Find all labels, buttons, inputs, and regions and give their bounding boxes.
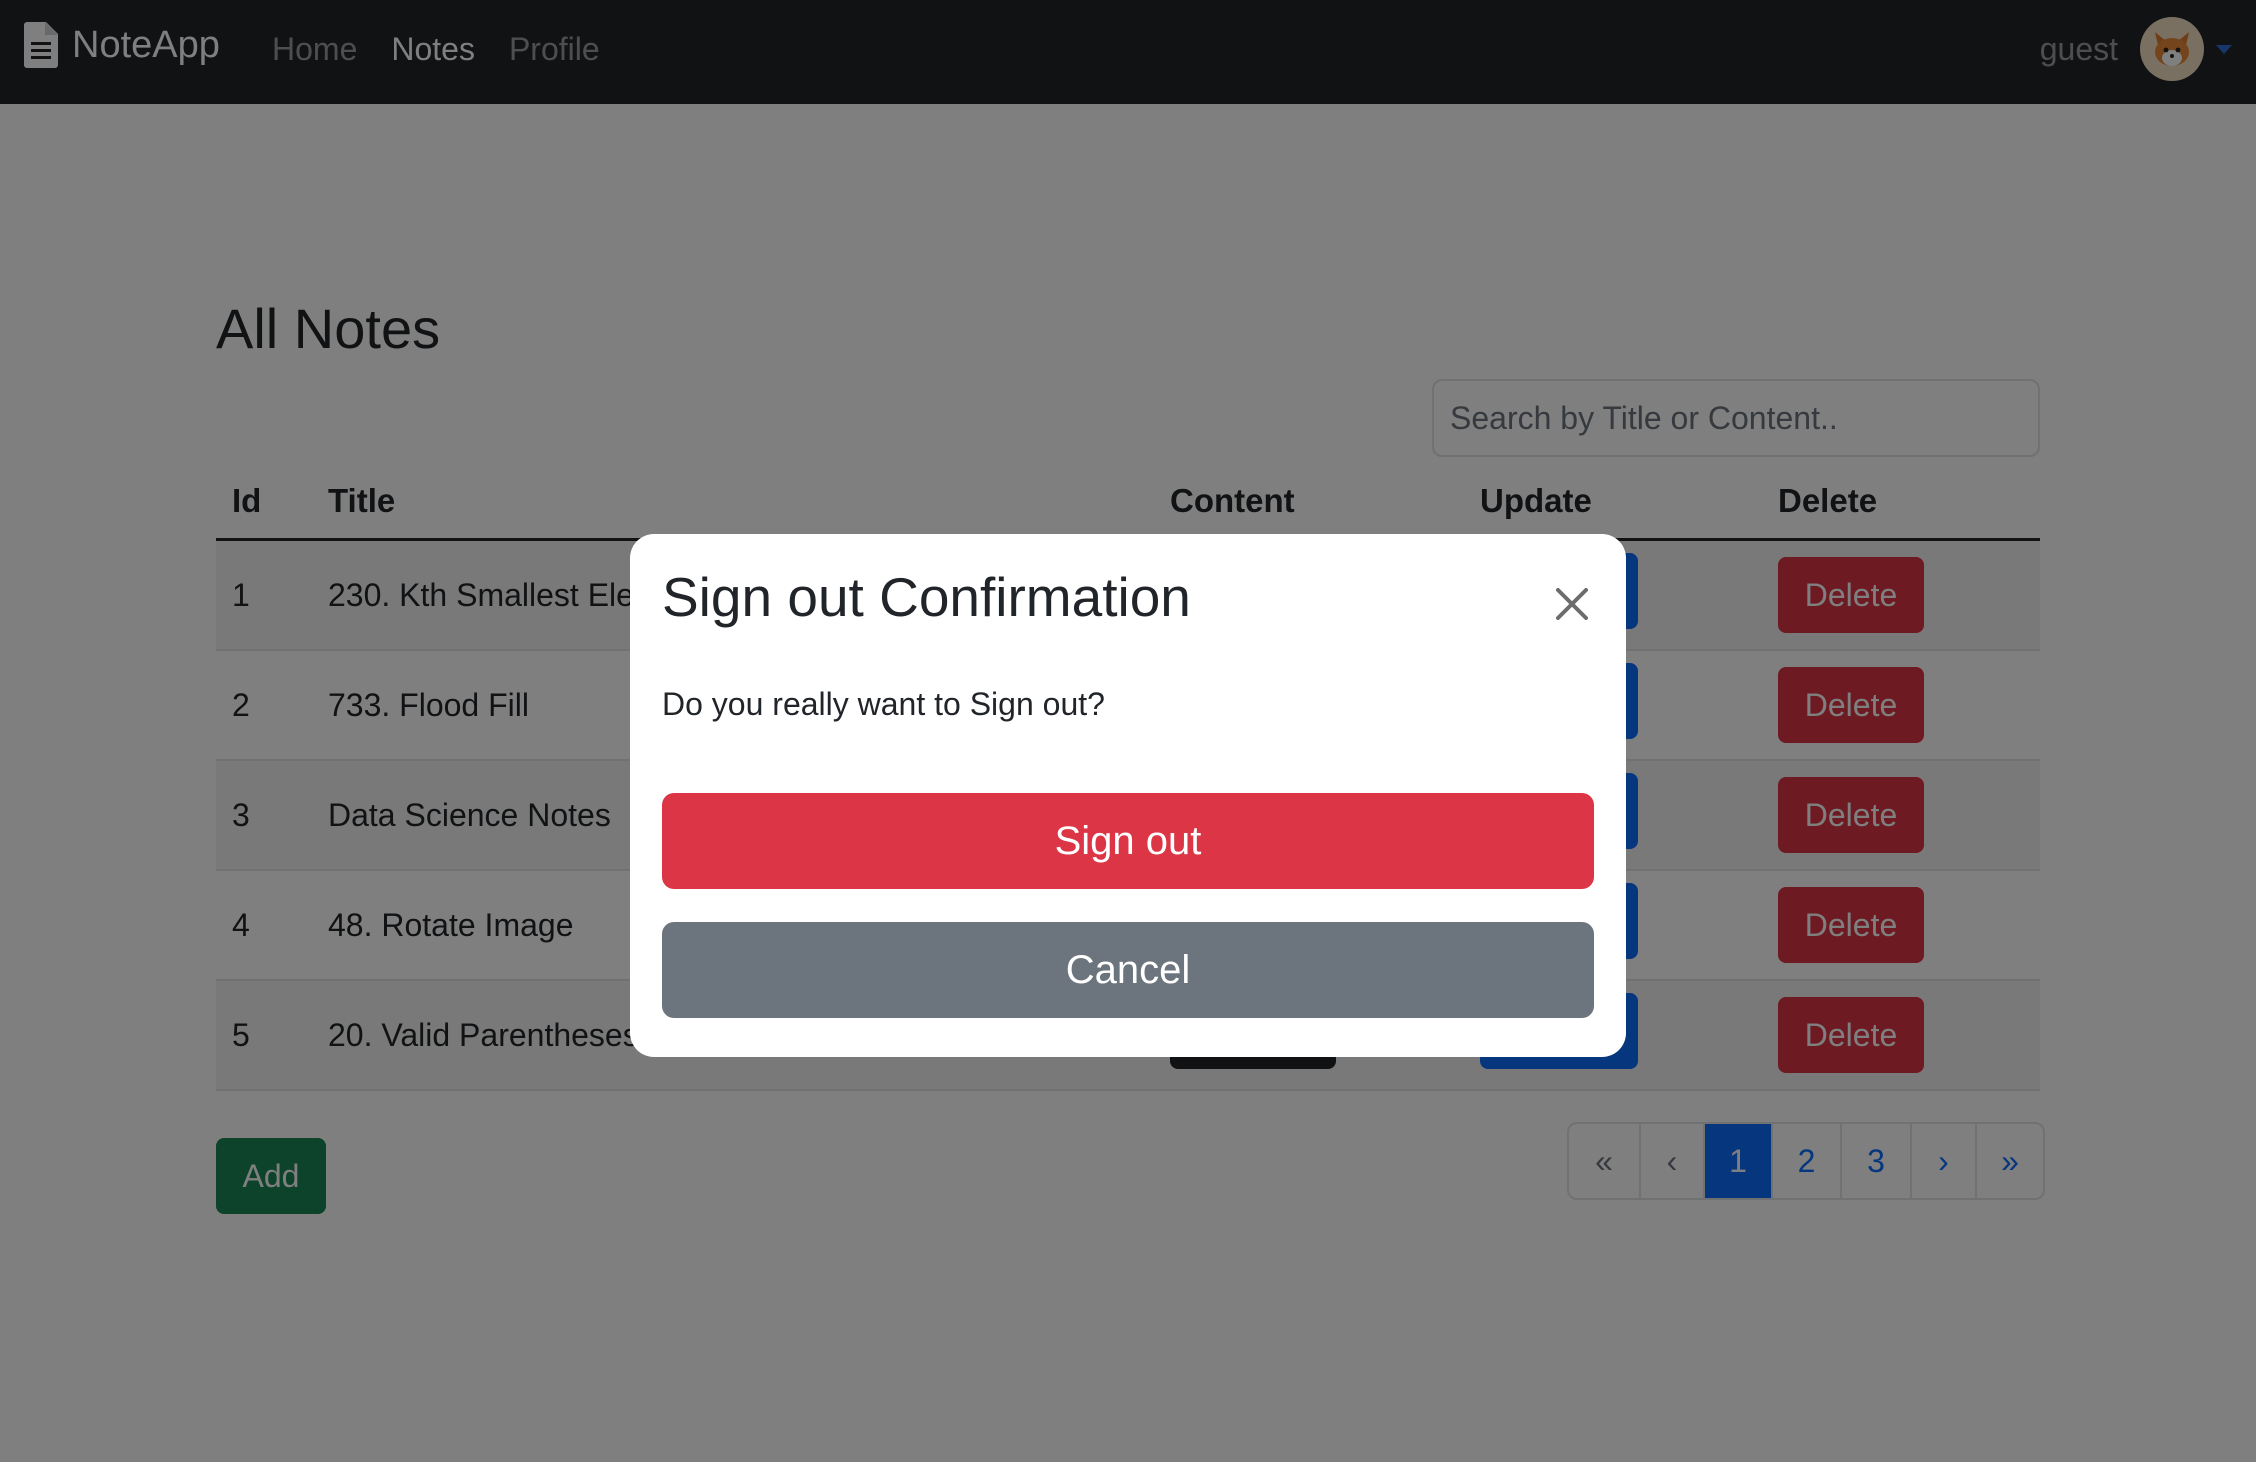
modal-title: Sign out Confirmation	[662, 566, 1191, 628]
signout-modal: Sign out Confirmation Do you really want…	[630, 534, 1626, 1057]
sign-out-button[interactable]: Sign out	[662, 793, 1594, 889]
cancel-button[interactable]: Cancel	[662, 922, 1594, 1018]
close-icon[interactable]	[1548, 580, 1596, 628]
modal-message: Do you really want to Sign out?	[662, 686, 1105, 722]
